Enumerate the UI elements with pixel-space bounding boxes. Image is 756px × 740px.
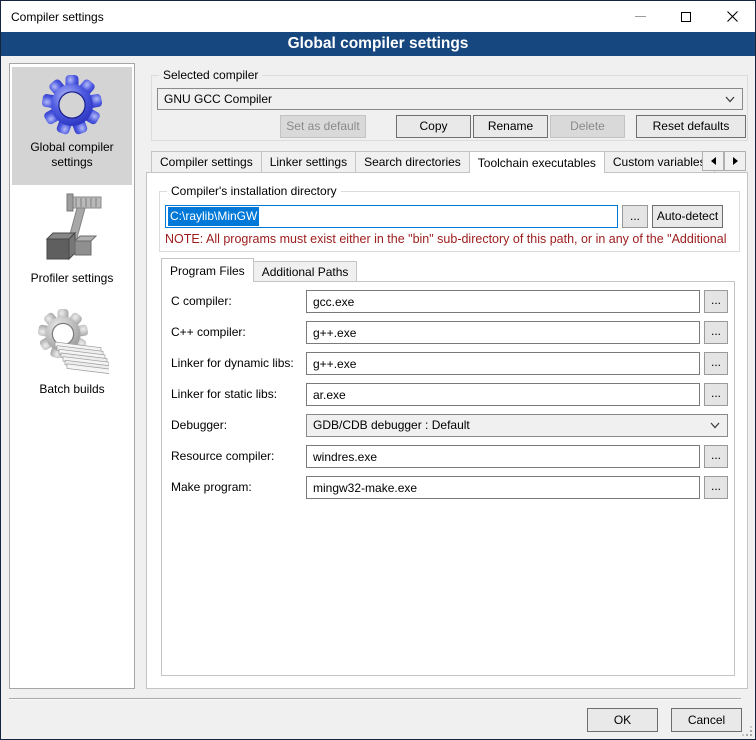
- titlebar[interactable]: Compiler settings: [1, 1, 755, 32]
- static-linker-browse-button[interactable]: ...: [704, 383, 728, 406]
- installation-directory-group-label: Compiler's installation directory: [167, 184, 341, 198]
- make-program-label: Make program:: [171, 480, 252, 494]
- subtab-additional-paths[interactable]: Additional Paths: [253, 261, 358, 282]
- tab-compiler-settings[interactable]: Compiler settings: [151, 151, 262, 173]
- dynamic-linker-input[interactable]: [306, 352, 700, 375]
- dynamic-linker-label: Linker for dynamic libs:: [171, 356, 294, 370]
- tab-toolchain-executables[interactable]: Toolchain executables: [469, 151, 605, 173]
- copy-button[interactable]: Copy: [396, 115, 471, 138]
- sidebar-item-label: Profiler settings: [12, 271, 132, 286]
- sidebar-item-batch-builds[interactable]: Batch builds: [12, 308, 132, 397]
- cpp-compiler-label: C++ compiler:: [171, 325, 246, 339]
- installation-directory-value: C:\raylib\MinGW: [168, 207, 259, 226]
- dynamic-linker-row: Linker for dynamic libs: ...: [171, 352, 735, 375]
- static-linker-input[interactable]: [306, 383, 700, 406]
- subtab-program-files[interactable]: Program Files: [161, 258, 254, 282]
- make-program-browse-button[interactable]: ...: [704, 476, 728, 499]
- footer-divider-highlight: [9, 699, 741, 700]
- c-compiler-row: C compiler: ...: [171, 290, 735, 313]
- compiler-select-value: GNU GCC Compiler: [164, 92, 272, 106]
- batch-builds-gear-icon: [35, 308, 109, 380]
- tab-custom-variables[interactable]: Custom variables: [604, 151, 715, 173]
- close-icon: [727, 11, 738, 22]
- c-compiler-input[interactable]: [306, 290, 700, 313]
- debugger-label: Debugger:: [171, 418, 227, 432]
- dynamic-linker-browse-button[interactable]: ...: [704, 352, 728, 375]
- auto-detect-button[interactable]: Auto-detect: [652, 205, 723, 228]
- settings-category-list: Global compiler settings Profiler settin…: [9, 63, 135, 689]
- c-compiler-browse-button[interactable]: ...: [704, 290, 728, 313]
- resize-grip[interactable]: [741, 725, 753, 737]
- arrow-right-icon: [733, 157, 738, 165]
- c-compiler-label: C compiler:: [171, 294, 232, 308]
- sidebar-item-label: Global compiler settings: [12, 140, 132, 170]
- resource-compiler-row: Resource compiler: ...: [171, 445, 735, 468]
- cpp-compiler-row: C++ compiler: ...: [171, 321, 735, 344]
- debugger-select[interactable]: GDB/CDB debugger : Default: [306, 414, 728, 437]
- cpp-compiler-browse-button[interactable]: ...: [704, 321, 728, 344]
- sidebar-item-profiler-settings[interactable]: Profiler settings: [12, 193, 132, 286]
- sidebar-item-global-compiler-settings[interactable]: Global compiler settings: [12, 67, 132, 185]
- minimize-icon: [635, 16, 646, 17]
- debugger-row: Debugger: GDB/CDB debugger : Default: [171, 414, 735, 437]
- main-tab-strip: Compiler settings Linker settings Search…: [151, 151, 746, 173]
- maximize-button[interactable]: [663, 1, 709, 32]
- minimize-button[interactable]: [617, 1, 663, 32]
- tab-scroll-left-button[interactable]: [702, 151, 724, 171]
- tab-linker-settings[interactable]: Linker settings: [261, 151, 356, 173]
- cpp-compiler-input[interactable]: [306, 321, 700, 344]
- delete-button[interactable]: Delete: [550, 115, 625, 138]
- compiler-select[interactable]: GNU GCC Compiler: [157, 88, 743, 110]
- arrow-left-icon: [711, 157, 716, 165]
- resource-compiler-input[interactable]: [306, 445, 700, 468]
- make-program-row: Make program: ...: [171, 476, 735, 499]
- installation-directory-input[interactable]: C:\raylib\MinGW: [165, 205, 618, 228]
- reset-defaults-button[interactable]: Reset defaults: [636, 115, 746, 138]
- sidebar-item-label: Batch builds: [12, 382, 132, 397]
- chevron-down-icon: [710, 422, 720, 429]
- debugger-select-value: GDB/CDB debugger : Default: [313, 418, 470, 432]
- blue-gear-icon: [39, 72, 105, 138]
- static-linker-row: Linker for static libs: ...: [171, 383, 735, 406]
- profiler-caliper-icon: [37, 193, 107, 269]
- program-files-tab-strip: Program Files Additional Paths: [161, 258, 357, 282]
- browse-directory-button[interactable]: ...: [622, 205, 648, 228]
- resource-compiler-browse-button[interactable]: ...: [704, 445, 728, 468]
- cancel-button[interactable]: Cancel: [671, 708, 742, 732]
- close-button[interactable]: [709, 1, 755, 32]
- make-program-input[interactable]: [306, 476, 700, 499]
- static-linker-label: Linker for static libs:: [171, 387, 277, 401]
- chevron-down-icon: [725, 96, 735, 103]
- window-title: Compiler settings: [11, 10, 104, 24]
- maximize-icon: [681, 12, 691, 22]
- bin-subdirectory-note: NOTE: All programs must exist either in …: [165, 232, 737, 246]
- tab-search-directories[interactable]: Search directories: [355, 151, 470, 173]
- rename-button[interactable]: Rename: [473, 115, 548, 138]
- compiler-settings-dialog: Compiler settings Global compiler settin…: [0, 0, 756, 740]
- ok-button[interactable]: OK: [587, 708, 658, 732]
- resource-compiler-label: Resource compiler:: [171, 449, 274, 463]
- selected-compiler-group-label: Selected compiler: [159, 68, 262, 82]
- dialog-header: Global compiler settings: [1, 32, 755, 56]
- tab-scroll-right-button[interactable]: [724, 151, 746, 171]
- set-as-default-button[interactable]: Set as default: [280, 115, 366, 138]
